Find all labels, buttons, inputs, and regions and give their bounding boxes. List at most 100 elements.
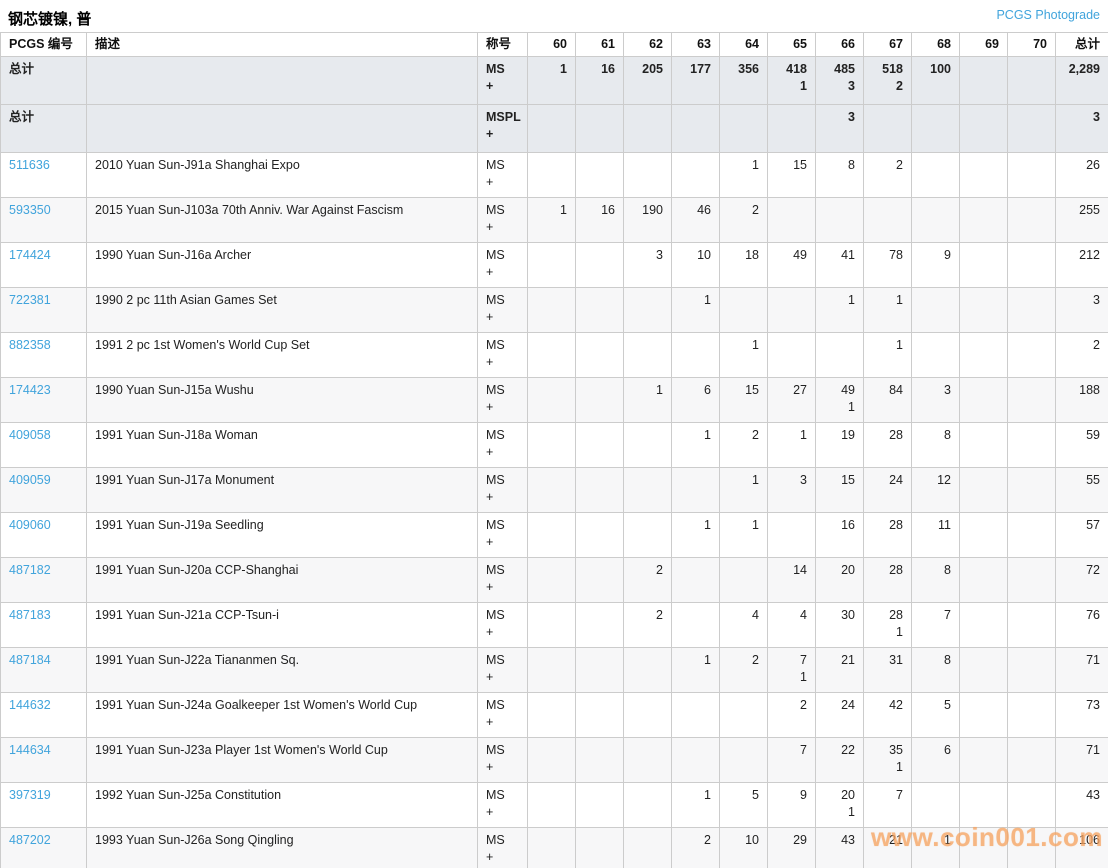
total-cell: 57 <box>1056 513 1108 558</box>
grade-cell-66: 15 <box>816 468 864 513</box>
grade-cell-63 <box>672 333 720 378</box>
total-cell: 3 <box>1056 288 1108 333</box>
grade-cell-60 <box>528 153 576 198</box>
grade-cell-62 <box>624 828 672 868</box>
pcgs-link[interactable]: 511636 <box>9 158 50 172</box>
grade-cell-62 <box>624 783 672 828</box>
pcgs-number-cell: 409058 <box>1 423 87 468</box>
grade-cell-63: 1 <box>672 513 720 558</box>
pcgs-number-cell: 397319 <box>1 783 87 828</box>
description-cell: 1990 Yuan Sun-J16a Archer <box>87 243 478 288</box>
designation-cell: MS+ <box>478 153 528 198</box>
table-row: 1744231990 Yuan Sun-J15a WushuMS+1615274… <box>1 378 1108 423</box>
pcgs-link[interactable]: 722381 <box>9 293 51 307</box>
column-header-grade-68: 68 <box>912 33 960 57</box>
grade-cell-65 <box>768 288 816 333</box>
grade-cell-69 <box>960 693 1008 738</box>
column-header-grade-63: 63 <box>672 33 720 57</box>
column-header-designation: 称号 <box>478 33 528 57</box>
grade-cell-68: 7 <box>912 603 960 648</box>
grade-cell-69 <box>960 603 1008 648</box>
grade-cell-63 <box>672 738 720 783</box>
grade-cell-61 <box>576 603 624 648</box>
table-row: 1446321991 Yuan Sun-J24a Goalkeeper 1st … <box>1 693 1108 738</box>
grade-cell-66: 19 <box>816 423 864 468</box>
total-cell: 43 <box>1056 783 1108 828</box>
pcgs-link[interactable]: 593350 <box>9 203 51 217</box>
grade-cell-64: 10 <box>720 828 768 868</box>
description-cell: 1991 2 pc 1st Women's World Cup Set <box>87 333 478 378</box>
grade-cell-65: 29 <box>768 828 816 868</box>
grade-cell-60 <box>528 693 576 738</box>
grade-cell-61 <box>576 288 624 333</box>
pcgs-link[interactable]: 487183 <box>9 608 51 622</box>
grade-cell-70 <box>1008 828 1056 868</box>
designation-cell: MSPL+ <box>478 105 528 153</box>
pcgs-link[interactable]: 487202 <box>9 833 51 847</box>
grade-cell-64: 1 <box>720 513 768 558</box>
pcgs-link[interactable]: 144632 <box>9 698 51 712</box>
pcgs-number-cell: 487182 <box>1 558 87 603</box>
pcgs-link[interactable]: 174423 <box>9 383 51 397</box>
grade-cell-60 <box>528 783 576 828</box>
grade-cell-70 <box>1008 603 1056 648</box>
pcgs-link[interactable]: 409058 <box>9 428 51 442</box>
grade-cell-63: 10 <box>672 243 720 288</box>
photograde-link[interactable]: PCGS Photograde <box>996 8 1100 22</box>
table-row: 144634 1991 Yuan Sun-J23a Player 1st Wome… <box>1 738 1108 783</box>
grade-cell-62 <box>624 693 672 738</box>
grade-cell-63: 1 <box>672 783 720 828</box>
grade-cell-68: 8 <box>912 648 960 693</box>
grade-cell-62 <box>624 288 672 333</box>
designation-cell: MS+ <box>478 333 528 378</box>
pcgs-link[interactable]: 409060 <box>9 518 51 532</box>
grade-cell-61 <box>576 243 624 288</box>
pcgs-number-cell: 487183 <box>1 603 87 648</box>
grade-cell-61 <box>576 828 624 868</box>
description-cell: 1991 Yuan Sun-J22a Tiananmen Sq. <box>87 648 478 693</box>
grade-cell-66: 491 <box>816 378 864 423</box>
grade-cell-64 <box>720 738 768 783</box>
grade-cell-65 <box>768 198 816 243</box>
grade-cell-64: 5 <box>720 783 768 828</box>
grade-cell-68: 6 <box>912 738 960 783</box>
grade-cell-67: 2 <box>864 153 912 198</box>
grade-cell-60 <box>528 333 576 378</box>
grade-cell-65: 7 <box>768 738 816 783</box>
grade-cell-63 <box>672 603 720 648</box>
pcgs-link[interactable]: 487182 <box>9 563 51 577</box>
pcgs-link[interactable]: 487184 <box>9 653 51 667</box>
pcgs-link[interactable]: 397319 <box>9 788 51 802</box>
designation-cell: MS+ <box>478 513 528 558</box>
pcgs-link[interactable]: 882358 <box>9 338 51 352</box>
grade-cell-68: 100 <box>912 57 960 105</box>
pcgs-number-cell: 593350 <box>1 198 87 243</box>
grade-cell-65 <box>768 513 816 558</box>
grade-cell-64: 2 <box>720 198 768 243</box>
column-header-grade-66: 66 <box>816 33 864 57</box>
grade-cell-67: 24 <box>864 468 912 513</box>
description-cell: 2010 Yuan Sun-J91a Shanghai Expo <box>87 153 478 198</box>
table-row: 4871821991 Yuan Sun-J20a CCP-ShanghaiMS+… <box>1 558 1108 603</box>
grade-cell-62: 2 <box>624 558 672 603</box>
pcgs-link[interactable]: 144634 <box>9 743 51 757</box>
total-cell: 76 <box>1056 603 1108 648</box>
grade-cell-68: 5 <box>912 693 960 738</box>
grade-cell-62 <box>624 648 672 693</box>
grade-cell-60 <box>528 105 576 153</box>
pcgs-link[interactable]: 174424 <box>9 248 51 262</box>
grade-cell-65: 15 <box>768 153 816 198</box>
pcgs-link[interactable]: 409059 <box>9 473 51 487</box>
grade-cell-64: 1 <box>720 333 768 378</box>
table-row: 4090591991 Yuan Sun-J17a MonumentMS+1315… <box>1 468 1108 513</box>
description-cell: 1991 Yuan Sun-J23a Player 1st Women's Wo… <box>87 738 478 783</box>
grade-cell-66: 16 <box>816 513 864 558</box>
grade-cell-61 <box>576 783 624 828</box>
grade-cell-66: 22 <box>816 738 864 783</box>
grade-cell-63 <box>672 558 720 603</box>
description-cell: 2015 Yuan Sun-J103a 70th Anniv. War Agai… <box>87 198 478 243</box>
designation-cell: MS+ <box>478 243 528 288</box>
grade-cell-64: 15 <box>720 378 768 423</box>
grade-cell-68: 11 <box>912 513 960 558</box>
column-header-grade-65: 65 <box>768 33 816 57</box>
